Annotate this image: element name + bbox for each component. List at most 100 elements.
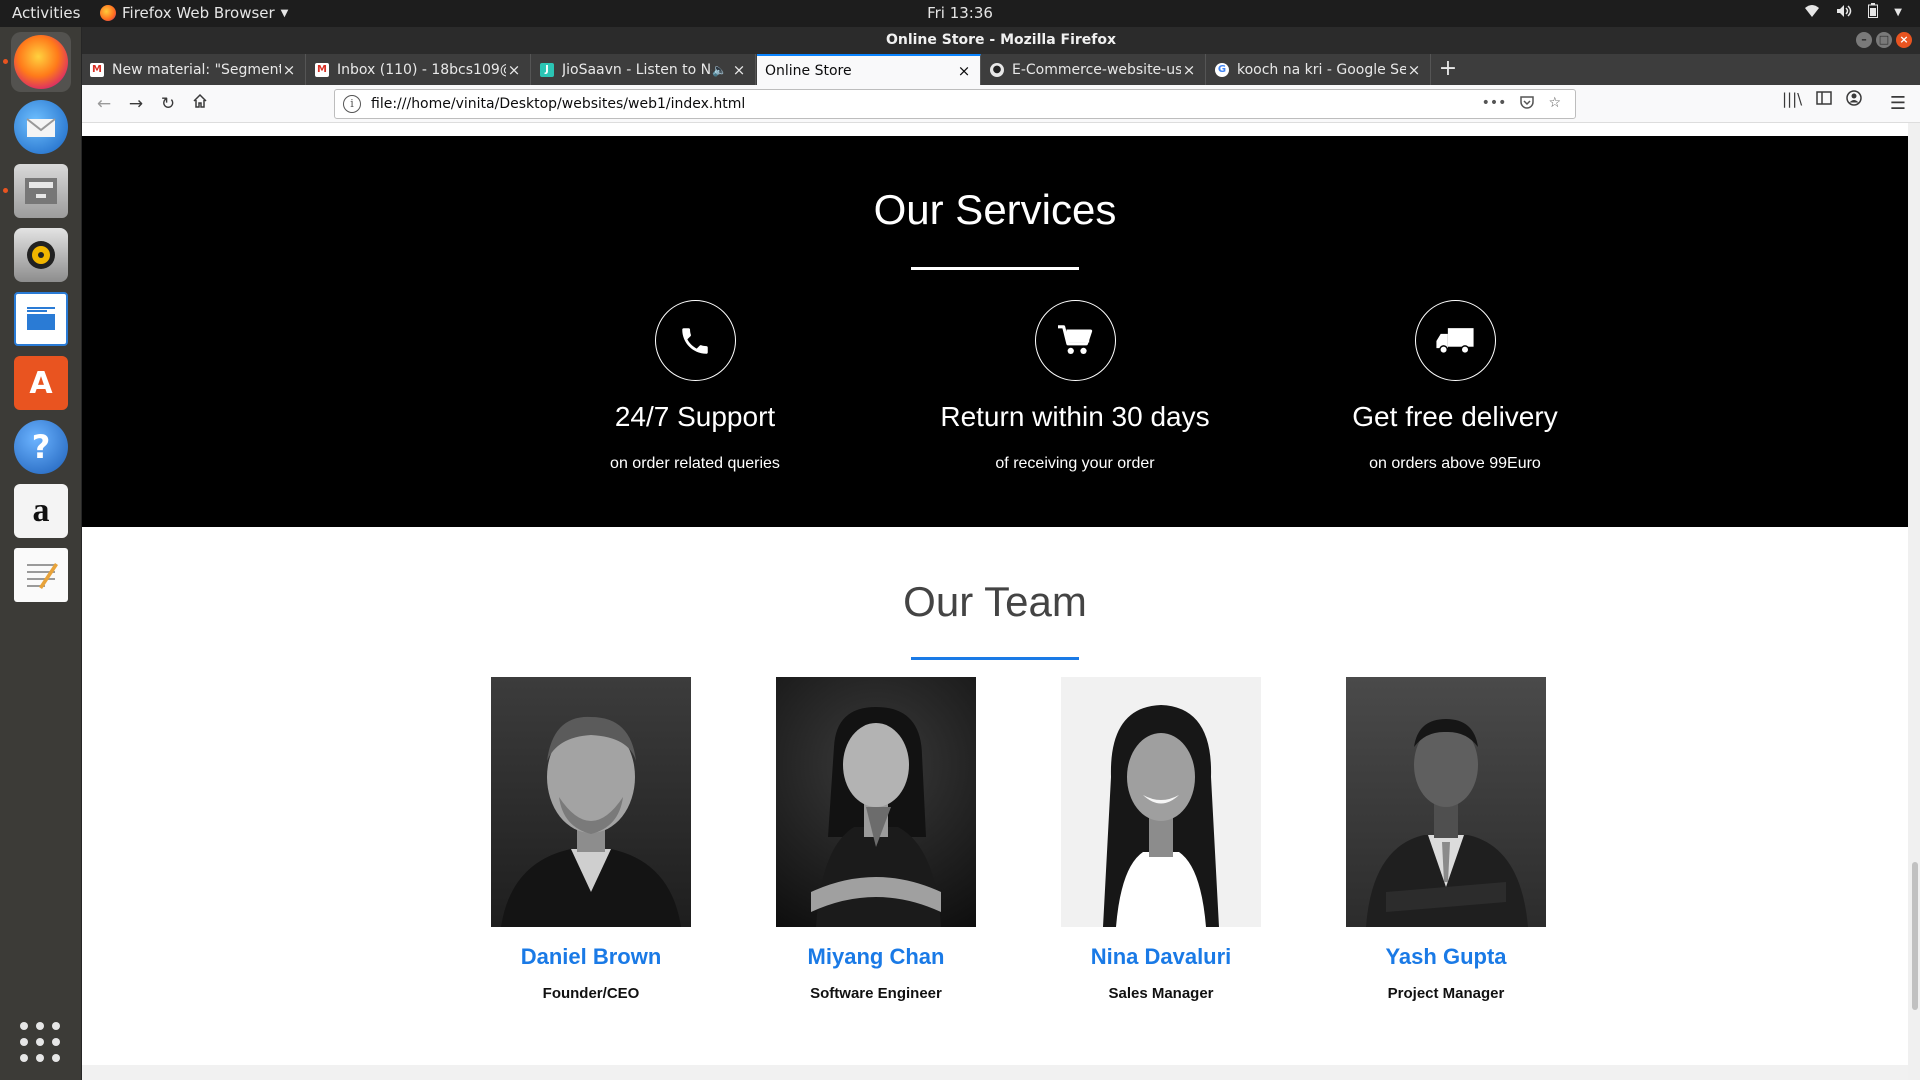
dock-thunderbird[interactable]	[11, 97, 71, 157]
software-center-icon: A	[14, 356, 68, 410]
tab-jiosaavn[interactable]: J JioSaavn - Listen to Ne 🔈 ×	[532, 54, 756, 85]
close-tab-icon[interactable]: ×	[1181, 61, 1197, 79]
member-name: Daniel Brown	[520, 944, 662, 969]
dock-help[interactable]: ?	[11, 417, 71, 477]
bookmark-star-icon[interactable]: ☆	[1548, 95, 1561, 113]
scrollbar-thumb[interactable]	[1912, 862, 1918, 1010]
tab-label: E-Commerce-website-usi	[1012, 61, 1181, 78]
tab-strip: M New material: "Segment × M Inbox (110)…	[82, 54, 1920, 85]
tab-google-search[interactable]: G kooch na kri - Google Sea ×	[1207, 54, 1431, 85]
text-editor-icon	[14, 548, 68, 602]
jiosaavn-icon: J	[540, 62, 554, 77]
gmail-icon: M	[315, 62, 329, 77]
dock-libreoffice-writer[interactable]	[11, 289, 71, 349]
member-photo	[491, 677, 691, 927]
member-name: Nina Davaluri	[1090, 944, 1232, 969]
page-viewport: Our Services 24/7 Support on order relat…	[82, 123, 1920, 1080]
activities-button[interactable]: Activities	[12, 4, 80, 22]
url-bar[interactable]: i file:///home/vinita/Desktop/websites/w…	[334, 89, 1576, 119]
close-tab-icon[interactable]: ×	[506, 61, 522, 79]
account-icon[interactable]	[1846, 90, 1862, 110]
team-section: Our Team Daniel Brown Founder/CEO Miyang…	[82, 527, 1908, 1065]
close-tab-icon[interactable]: ×	[281, 61, 297, 79]
close-tab-icon[interactable]: ×	[731, 61, 747, 79]
home-icon[interactable]	[186, 90, 214, 118]
member-name: Miyang Chan	[807, 944, 945, 969]
volume-icon[interactable]	[1836, 4, 1852, 22]
next-section-edge	[82, 1065, 1908, 1080]
service-delivery: Get free delivery on orders above 99Euro	[1290, 300, 1620, 473]
vertical-scrollbar[interactable]	[1908, 123, 1920, 1080]
member-name: Yash Gupta	[1385, 944, 1507, 969]
member-role: Founder/CEO	[542, 985, 640, 1002]
dock-ubuntu-software[interactable]: A	[11, 353, 71, 413]
maximize-icon[interactable]: □	[1876, 32, 1892, 48]
member-photo	[1346, 677, 1546, 927]
services-section: Our Services 24/7 Support on order relat…	[82, 136, 1908, 527]
page-actions-icon[interactable]: •••	[1482, 95, 1507, 113]
member-photo	[776, 677, 976, 927]
tab-label: JioSaavn - Listen to Ne	[562, 61, 713, 78]
team-member-daniel: Daniel Brown Founder/CEO	[491, 677, 691, 1002]
running-indicator	[3, 188, 8, 193]
thunderbird-icon	[14, 100, 68, 154]
services-title-underline	[911, 267, 1079, 270]
tab-github[interactable]: ● E-Commerce-website-usi ×	[982, 54, 1206, 85]
dock-text-editor[interactable]	[11, 545, 71, 605]
minimize-icon[interactable]: –	[1856, 32, 1872, 48]
close-tab-icon[interactable]: ×	[956, 62, 972, 80]
pocket-icon[interactable]	[1520, 95, 1535, 113]
amazon-icon: a	[14, 484, 68, 538]
service-title: Get free delivery	[1352, 401, 1558, 432]
service-support: 24/7 Support on order related queries	[530, 300, 860, 473]
chevron-down-icon[interactable]: ▼	[1894, 7, 1902, 18]
firefox-icon	[100, 5, 116, 21]
dock-amazon[interactable]: a	[11, 481, 71, 541]
dock-rhythmbox[interactable]	[11, 225, 71, 285]
member-role: Sales Manager	[1108, 985, 1214, 1002]
service-title: 24/7 Support	[614, 401, 776, 432]
app-menu[interactable]: Firefox Web Browser ▼	[100, 4, 288, 22]
tab-gmail-material[interactable]: M New material: "Segment ×	[82, 54, 306, 85]
system-tray[interactable]: ▼	[1804, 3, 1902, 22]
speaker-icon[interactable]: 🔈	[712, 63, 727, 77]
app-menu-label: Firefox Web Browser	[122, 4, 275, 22]
sidebar-icon[interactable]	[1816, 90, 1832, 110]
web-page: Our Services 24/7 Support on order relat…	[82, 123, 1908, 1080]
hamburger-menu-icon[interactable]: ☰	[1884, 90, 1912, 118]
tab-online-store[interactable]: Online Store ×	[757, 54, 981, 85]
files-icon	[14, 164, 68, 218]
gnome-top-bar: Activities Firefox Web Browser ▼ Fri 13:…	[0, 0, 1920, 27]
close-tab-icon[interactable]: ×	[1406, 61, 1422, 79]
clock[interactable]: Fri 13:36	[927, 4, 993, 22]
window-title: Online Store - Mozilla Firefox	[885, 32, 1117, 48]
site-info-icon[interactable]: i	[343, 95, 361, 113]
writer-icon	[14, 292, 68, 346]
new-tab-button[interactable]: +	[1432, 54, 1464, 85]
running-indicator	[3, 59, 8, 64]
close-window-icon[interactable]: ×	[1896, 32, 1912, 48]
tab-label: Inbox (110) - 18bcs109@	[337, 61, 506, 78]
tab-gmail-inbox[interactable]: M Inbox (110) - 18bcs109@ ×	[307, 54, 531, 85]
wifi-icon[interactable]	[1804, 4, 1820, 22]
url-text: file:///home/vinita/Desktop/websites/web…	[371, 96, 746, 112]
member-role: Project Manager	[1387, 985, 1505, 1002]
tab-label: New material: "Segment	[112, 61, 281, 78]
team-member-nina: Nina Davaluri Sales Manager	[1061, 677, 1261, 1002]
gmail-icon: M	[90, 62, 104, 77]
forward-icon[interactable]: →	[122, 90, 150, 118]
dock-firefox[interactable]	[11, 32, 71, 92]
phone-icon	[654, 300, 736, 381]
cart-icon	[1034, 300, 1116, 381]
reload-icon[interactable]: ↻	[154, 90, 182, 118]
show-applications-icon[interactable]	[20, 1022, 62, 1064]
github-icon: ●	[990, 62, 1004, 77]
dock-files[interactable]	[11, 161, 71, 221]
team-title-underline	[911, 657, 1079, 660]
navigation-toolbar: ← → ↻ i file:///home/vinita/Desktop/webs…	[82, 85, 1920, 123]
window-titlebar: Online Store - Mozilla Firefox – □ ×	[82, 27, 1920, 54]
back-icon[interactable]: ←	[90, 90, 118, 118]
library-icon[interactable]: |||\	[1782, 90, 1802, 110]
battery-icon[interactable]	[1868, 3, 1879, 22]
rhythmbox-icon	[14, 228, 68, 282]
